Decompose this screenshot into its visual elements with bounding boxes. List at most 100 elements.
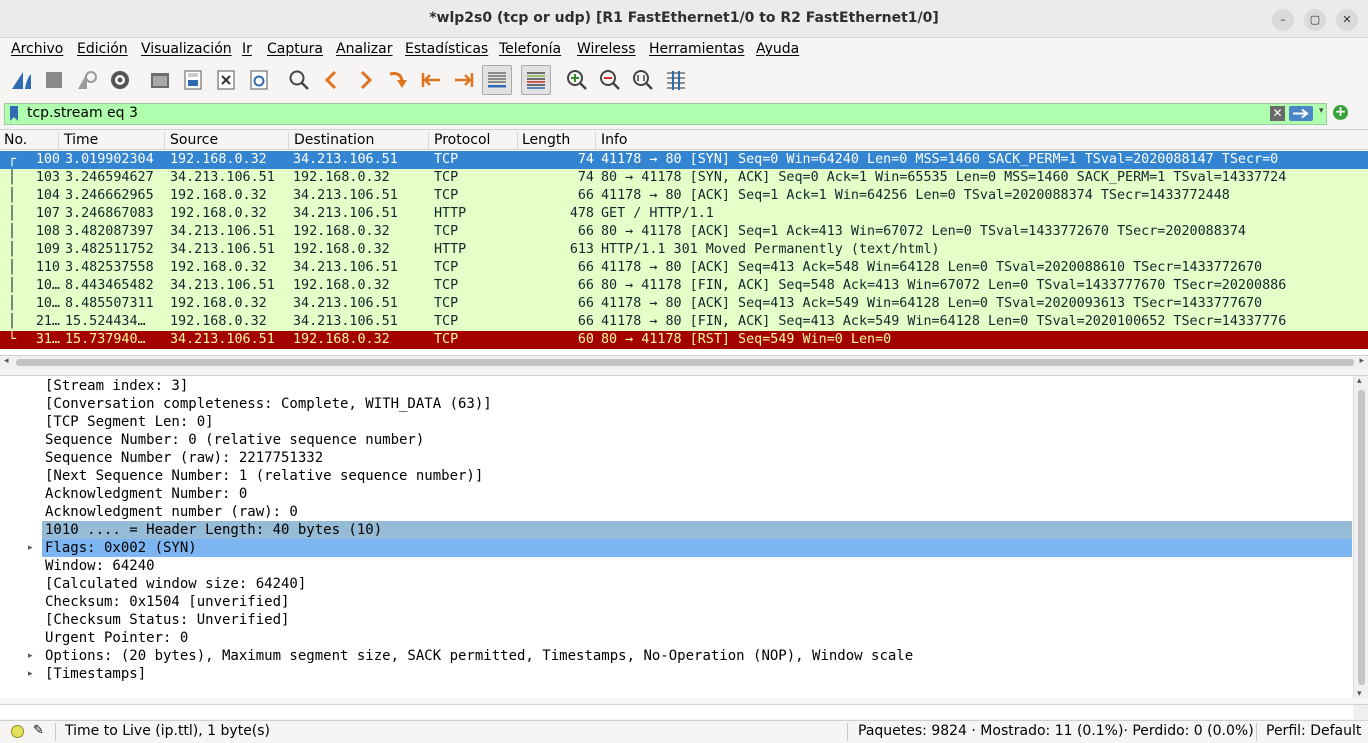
- clear-filter-icon[interactable]: ✕: [1270, 106, 1285, 121]
- cell-protocol: TCP: [434, 278, 459, 293]
- scroll-left-icon[interactable]: ◂: [4, 356, 9, 366]
- bytes-vscrollbar[interactable]: [1353, 705, 1368, 720]
- tree-expander-icon[interactable]: ▸: [28, 647, 38, 665]
- detail-tree-item[interactable]: [Conversation completeness: Complete, WI…: [42, 395, 1352, 413]
- detail-tree-item[interactable]: Acknowledgment number (raw): 0: [42, 503, 1352, 521]
- maximize-icon[interactable]: ▢: [1304, 9, 1326, 31]
- detail-tree-item[interactable]: [Checksum Status: Unverified]: [42, 611, 1352, 629]
- display-filter-bar: tcp.stream eq 3 ✕ ▾: [4, 103, 1327, 125]
- tree-expander-icon[interactable]: ▸: [28, 665, 38, 683]
- go-forward-icon[interactable]: [350, 65, 380, 95]
- detail-tree-item[interactable]: Sequence Number (raw): 2217751332: [42, 449, 1352, 467]
- cell-no: 110: [35, 260, 60, 275]
- status-bar: ✎ Time to Live (ip.ttl), 1 byte(s) Paque…: [0, 720, 1368, 743]
- go-to-packet-icon[interactable]: [383, 65, 413, 95]
- column-length[interactable]: Length: [518, 132, 596, 150]
- scrollbar-thumb[interactable]: [16, 359, 1354, 366]
- cell-info: 41178 → 80 [FIN, ACK] Seq=413 Ack=549 Wi…: [601, 314, 1287, 329]
- column-info[interactable]: Info: [597, 132, 1368, 150]
- packet-row[interactable]: │ 107 3.246867083 192.168.0.32 34.213.106.51…: [0, 205, 1368, 223]
- cell-source: 34.213.106.51: [170, 224, 275, 239]
- resize-columns-icon[interactable]: [661, 65, 691, 95]
- expert-info-icon[interactable]: [11, 725, 24, 738]
- column-protocol[interactable]: Protocol: [430, 132, 518, 150]
- column-time[interactable]: Time: [60, 132, 165, 150]
- add-filter-button-icon[interactable]: +: [1333, 105, 1348, 120]
- packet-row[interactable]: ┌ 100 3.019902304 192.168.0.32 34.213.106.51…: [0, 151, 1368, 169]
- display-filter-input[interactable]: tcp.stream eq 3: [27, 105, 138, 121]
- apply-filter-icon[interactable]: [1289, 106, 1313, 121]
- menu-analizar[interactable]: Analizar: [336, 41, 393, 57]
- tree-expander-icon[interactable]: ▸: [28, 539, 38, 557]
- restart-capture-icon[interactable]: [72, 65, 102, 95]
- minimize-icon[interactable]: –: [1272, 9, 1294, 31]
- menu-estadisticas[interactable]: Estadísticas: [405, 41, 488, 57]
- detail-tree-item[interactable]: Sequence Number: 0 (relative sequence nu…: [42, 431, 1352, 449]
- close-file-icon[interactable]: [211, 65, 241, 95]
- cell-no: 31…: [35, 332, 60, 347]
- detail-tree-item[interactable]: Acknowledgment Number: 0: [42, 485, 1352, 503]
- detail-tree-item[interactable]: Window: 64240: [42, 557, 1352, 575]
- detail-tree-item[interactable]: Urgent Pointer: 0: [42, 629, 1352, 647]
- capture-comment-icon[interactable]: ✎: [33, 723, 44, 738]
- menu-ir[interactable]: Ir: [242, 41, 252, 57]
- detail-tree-item[interactable]: [Next Sequence Number: 1 (relative seque…: [42, 467, 1352, 485]
- zoom-out-icon[interactable]: [595, 65, 625, 95]
- capture-options-icon[interactable]: [105, 65, 135, 95]
- detail-tree-item[interactable]: Flags: 0x002 (SYN): [42, 539, 1352, 557]
- scroll-up-icon[interactable]: ▴: [1357, 376, 1362, 386]
- menu-telefonia[interactable]: Telefonía: [499, 41, 561, 57]
- column-no[interactable]: No.: [0, 132, 59, 150]
- go-last-icon[interactable]: [449, 65, 479, 95]
- column-destination[interactable]: Destination: [290, 132, 429, 150]
- menu-archivo[interactable]: Archivo: [11, 41, 63, 57]
- packet-row[interactable]: │ 10… 8.443465482 34.213.106.51 192.168.0.32…: [0, 277, 1368, 295]
- detail-tree-item[interactable]: [Calculated window size: 64240]: [42, 575, 1352, 593]
- menu-visualizacion[interactable]: Visualización: [141, 41, 232, 57]
- menu-edicion[interactable]: Edición: [77, 41, 128, 57]
- details-vscrollbar[interactable]: ▴ ▾: [1353, 376, 1368, 698]
- zoom-in-icon[interactable]: [562, 65, 592, 95]
- stop-capture-icon[interactable]: [39, 65, 69, 95]
- packet-row[interactable]: │ 104 3.246662965 192.168.0.32 34.213.106.51…: [0, 187, 1368, 205]
- detail-tree-item[interactable]: 1010 .... = Header Length: 40 bytes (10): [42, 521, 1352, 539]
- open-file-icon[interactable]: [145, 65, 175, 95]
- packet-row[interactable]: │ 109 3.482511752 34.213.106.51 192.168.0.32…: [0, 241, 1368, 259]
- packet-row[interactable]: │ 108 3.482087397 34.213.106.51 192.168.0.32…: [0, 223, 1368, 241]
- cell-destination: 34.213.106.51: [293, 260, 398, 275]
- find-packet-icon[interactable]: [284, 65, 314, 95]
- packet-list-hscrollbar[interactable]: ◂ ▸: [0, 355, 1368, 369]
- cell-no: 10…: [35, 278, 60, 293]
- packet-row[interactable]: └ 31… 15.737940… 34.213.106.51 192.168.0.32 T…: [0, 331, 1368, 349]
- save-file-icon[interactable]: [178, 65, 208, 95]
- scroll-down-icon[interactable]: ▾: [1357, 689, 1362, 698]
- detail-tree-item[interactable]: Checksum: 0x1504 [unverified]: [42, 593, 1352, 611]
- scroll-right-icon[interactable]: ▸: [1359, 356, 1364, 366]
- packet-row[interactable]: │ 110 3.482537558 192.168.0.32 34.213.106.51…: [0, 259, 1368, 277]
- detail-tree-item[interactable]: [Timestamps]: [42, 665, 1352, 683]
- colorize-icon[interactable]: [521, 65, 551, 95]
- menu-herramientas[interactable]: Herramientas: [649, 41, 744, 57]
- go-back-icon[interactable]: [317, 65, 347, 95]
- menu-ayuda[interactable]: Ayuda: [756, 41, 799, 57]
- packet-row[interactable]: │ 21… 15.524434… 192.168.0.32 34.213.106.51 T…: [0, 313, 1368, 331]
- status-profile[interactable]: Perfil: Default: [1266, 723, 1361, 739]
- reload-file-icon[interactable]: [244, 65, 274, 95]
- packet-row[interactable]: │ 10… 8.485507311 192.168.0.32 34.213.106.51…: [0, 295, 1368, 313]
- menu-wireless[interactable]: Wireless: [577, 41, 636, 57]
- close-icon[interactable]: ✕: [1336, 9, 1358, 31]
- bookmark-icon[interactable]: [9, 106, 19, 121]
- autoscroll-icon[interactable]: [482, 65, 512, 95]
- column-source[interactable]: Source: [166, 132, 289, 150]
- start-capture-icon[interactable]: [6, 65, 36, 95]
- scrollbar-thumb[interactable]: [1358, 390, 1365, 685]
- menu-captura[interactable]: Captura: [267, 41, 323, 57]
- cell-length: 74: [577, 170, 594, 185]
- packet-row[interactable]: │ 103 3.246594627 34.213.106.51 192.168.0.32…: [0, 169, 1368, 187]
- detail-tree-item[interactable]: [Stream index: 3]: [42, 377, 1352, 395]
- filter-history-dropdown-icon[interactable]: ▾: [1319, 106, 1324, 116]
- detail-tree-item[interactable]: [TCP Segment Len: 0]: [42, 413, 1352, 431]
- normal-size-icon[interactable]: [628, 65, 658, 95]
- go-first-icon[interactable]: [416, 65, 446, 95]
- detail-tree-item[interactable]: Options: (20 bytes), Maximum segment siz…: [42, 647, 1352, 665]
